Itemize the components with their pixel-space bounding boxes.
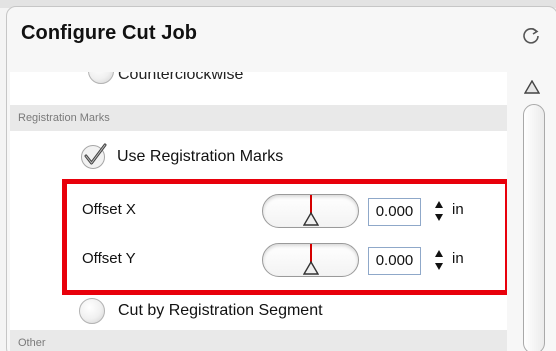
scroll-content: Counterclockwise Registration Marks Use …: [10, 72, 507, 351]
scroll-up-arrow-icon[interactable]: [524, 80, 540, 94]
other-section-header: Other: [10, 330, 507, 351]
configure-cut-job-panel: Configure Cut Job Counterclockwise Regis…: [0, 0, 556, 351]
counterclockwise-radio[interactable]: [88, 72, 114, 84]
use-registration-marks-checkbox[interactable]: [79, 142, 109, 170]
cut-by-registration-segment-label: Cut by Registration Segment: [118, 302, 323, 319]
panel-title: Configure Cut Job: [21, 22, 198, 44]
registration-marks-section-header: Registration Marks: [10, 105, 507, 131]
refresh-icon[interactable]: [520, 25, 542, 47]
cut-by-registration-segment-checkbox[interactable]: [79, 298, 105, 324]
offset-highlight-box: [62, 179, 507, 295]
scrollbar-thumb[interactable]: [523, 104, 545, 351]
use-registration-marks-label: Use Registration Marks: [117, 148, 284, 165]
counterclockwise-label: Counterclockwise: [118, 72, 244, 83]
